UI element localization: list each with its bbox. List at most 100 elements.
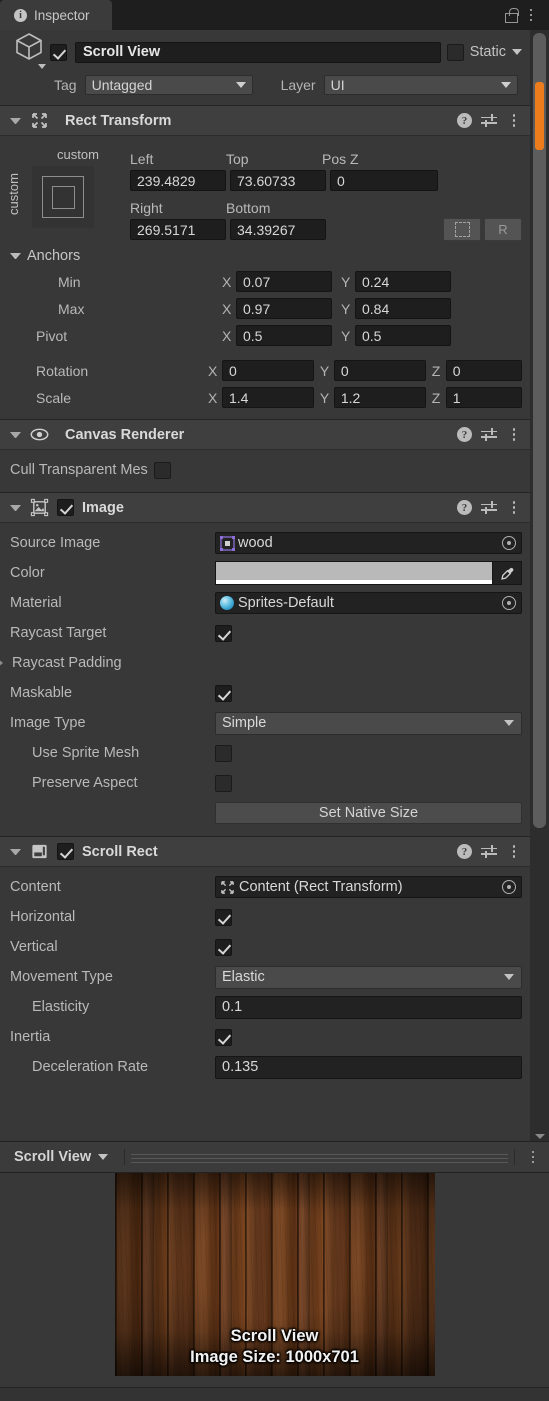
cull-transparent-mesh-checkbox[interactable] — [153, 461, 171, 479]
image-type-dropdown[interactable]: Simple — [215, 711, 522, 735]
inspector-scrollbar[interactable] — [530, 30, 549, 1143]
anchor-preset-box[interactable] — [32, 166, 94, 228]
eyedropper-icon[interactable] — [493, 561, 522, 585]
tab-inspector[interactable]: i Inspector — [0, 0, 112, 30]
help-icon[interactable]: ? — [457, 844, 472, 859]
color-label: Color — [10, 565, 45, 581]
cube-dropdown-caret-icon[interactable] — [38, 64, 46, 69]
anchor-max-x-input[interactable]: 0.97 — [236, 298, 332, 319]
static-checkbox[interactable] — [446, 43, 464, 61]
help-icon[interactable]: ? — [457, 427, 472, 442]
bottom-input[interactable]: 34.39267 — [230, 219, 326, 240]
scroll-rect-header[interactable]: Scroll Rect ? — [0, 837, 530, 867]
collapse-triangle-icon[interactable] — [10, 117, 21, 124]
color-field[interactable] — [215, 561, 522, 585]
inertia-checkbox[interactable] — [215, 1028, 232, 1046]
movement-type-dropdown[interactable]: Elastic — [215, 965, 522, 989]
object-picker-icon[interactable] — [499, 877, 519, 897]
preset-icon[interactable] — [481, 114, 497, 128]
kebab-menu-icon[interactable] — [525, 1149, 541, 1165]
right-input[interactable]: 269.5171 — [130, 219, 226, 240]
kebab-menu-icon[interactable] — [506, 427, 522, 443]
image-enabled-checkbox[interactable] — [57, 499, 74, 516]
kebab-menu-icon[interactable] — [506, 113, 522, 129]
gameobject-header: Scroll View Static Tag Untagged Layer UI — [0, 30, 530, 105]
rotation-x-input[interactable]: 0 — [222, 360, 314, 381]
chevron-down-icon — [500, 82, 511, 88]
kebab-menu-icon[interactable] — [506, 500, 522, 516]
expand-triangle-icon[interactable] — [0, 658, 8, 668]
anchor-inner-rect-icon — [51, 185, 75, 209]
static-dropdown-caret-icon[interactable] — [512, 49, 522, 55]
maskable-row: Maskable — [10, 678, 522, 708]
help-icon[interactable]: ? — [457, 500, 472, 515]
pivot-x-input[interactable]: 0.5 — [236, 325, 332, 346]
kebab-menu-icon[interactable] — [523, 7, 539, 23]
source-image-field[interactable]: wood — [215, 532, 522, 554]
tag-dropdown[interactable]: Untagged — [84, 75, 253, 95]
anchor-max-y-input[interactable]: 0.84 — [355, 298, 451, 319]
gameobject-enabled-checkbox[interactable] — [50, 43, 67, 61]
cube-icon[interactable] — [10, 32, 50, 72]
help-icon[interactable]: ? — [457, 113, 472, 128]
maskable-checkbox[interactable] — [215, 684, 232, 702]
anchors-section-title[interactable]: Anchors — [10, 243, 522, 268]
pivot-y-input[interactable]: 0.5 — [355, 325, 451, 346]
preset-icon[interactable] — [481, 428, 497, 442]
scale-x-input[interactable]: 1.4 — [222, 387, 314, 408]
collapse-triangle-icon[interactable] — [10, 504, 21, 511]
collapse-triangle-icon[interactable] — [10, 848, 21, 855]
horizontal-checkbox[interactable] — [215, 908, 232, 926]
raw-edit-button[interactable]: R — [484, 218, 522, 241]
anchor-min-y-input[interactable]: 0.24 — [355, 271, 451, 292]
lock-icon[interactable] — [503, 7, 519, 23]
anchor-preset-widget[interactable]: custom custom — [6, 143, 130, 243]
rotation-y-input[interactable]: 0 — [333, 360, 426, 381]
object-picker-icon[interactable] — [499, 593, 519, 613]
image-header[interactable]: Image ? — [0, 493, 530, 523]
anchor-min-x-input[interactable]: 0.07 — [236, 271, 332, 292]
object-picker-icon[interactable] — [499, 533, 519, 553]
image-tools: ? — [457, 500, 522, 516]
preset-icon[interactable] — [481, 501, 497, 515]
canvas-renderer-body: Cull Transparent Mes — [0, 450, 530, 492]
preview-drag-handle[interactable] — [124, 1149, 515, 1165]
preview-caption: Scroll View Image Size: 1000x701 — [115, 1326, 435, 1368]
gameobject-name-input[interactable]: Scroll View — [75, 41, 441, 63]
scrollbar-thumb[interactable] — [533, 33, 546, 828]
inspector-content: Scroll View Static Tag Untagged Layer UI — [0, 30, 530, 1143]
elasticity-input[interactable]: 0.1 — [215, 995, 522, 1019]
layer-dropdown[interactable]: UI — [323, 75, 518, 95]
scale-z-input[interactable]: 1 — [445, 387, 522, 408]
color-swatch[interactable] — [215, 561, 493, 585]
scroll-rect-enabled-checkbox[interactable] — [57, 843, 74, 860]
top-input[interactable]: 73.60733 — [230, 170, 326, 191]
raycast-target-checkbox[interactable] — [215, 624, 232, 642]
material-field[interactable]: Sprites-Default — [215, 592, 522, 614]
collapse-triangle-icon[interactable] — [10, 252, 21, 259]
raycast-padding-row[interactable]: Raycast Padding — [0, 648, 522, 678]
preset-icon[interactable] — [481, 845, 497, 859]
preview-target-dropdown[interactable]: Scroll View — [8, 1149, 116, 1165]
use-sprite-mesh-checkbox[interactable] — [215, 744, 232, 762]
kebab-menu-icon[interactable] — [506, 844, 522, 860]
scroll-rect-title: Scroll Rect — [82, 843, 158, 860]
preserve-aspect-checkbox[interactable] — [215, 774, 232, 792]
content-field[interactable]: Content (Rect Transform) — [215, 876, 522, 898]
chevron-down-icon — [98, 1154, 109, 1160]
axis-x-label: X — [208, 362, 218, 379]
vertical-checkbox[interactable] — [215, 938, 232, 956]
scale-y-input[interactable]: 1.2 — [333, 387, 426, 408]
rect-mode-buttons: R — [443, 218, 522, 241]
rotation-z-input[interactable]: 0 — [445, 360, 522, 381]
posz-input[interactable]: 0 — [330, 170, 438, 191]
left-input[interactable]: 239.4829 — [130, 170, 226, 191]
canvas-renderer-header[interactable]: Canvas Renderer ? — [0, 420, 530, 450]
scroll-down-arrow-icon[interactable] — [535, 1134, 545, 1139]
set-native-size-button[interactable]: Set Native Size — [215, 802, 522, 824]
top-header: Top — [226, 151, 249, 167]
rect-transform-header[interactable]: Rect Transform ? — [0, 106, 530, 136]
blueprint-mode-button[interactable] — [443, 218, 481, 241]
collapse-triangle-icon[interactable] — [10, 431, 21, 438]
deceleration-rate-input[interactable]: 0.135 — [215, 1055, 522, 1079]
